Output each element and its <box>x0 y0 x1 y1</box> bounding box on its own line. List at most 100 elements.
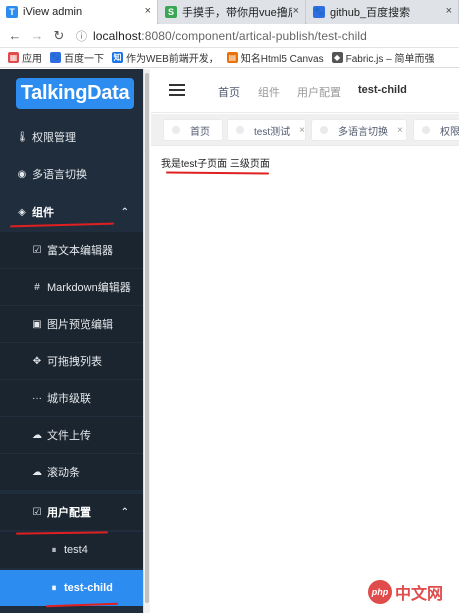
sidebar-item-test-child[interactable]: ⏸ test-child <box>0 570 143 606</box>
tab-close-icon[interactable]: × <box>446 5 452 17</box>
sidebar-item-rich-text-editor[interactable]: ☑ 富文本编辑器 <box>0 232 143 268</box>
php-logo: php <box>368 580 392 604</box>
sidebar-item-label: test4 <box>64 544 88 556</box>
url-field[interactable]: localhost:8080/component/artical-publish… <box>93 29 367 43</box>
tag-dot-icon <box>422 126 430 134</box>
tab-close-icon[interactable]: × <box>293 5 299 17</box>
tag-close-icon[interactable]: × <box>299 125 305 136</box>
apps-icon: ▦ <box>8 52 19 63</box>
crop-icon: ▣ <box>32 318 42 330</box>
pause-icon: ⏸ <box>51 582 57 594</box>
address-bar: ← → ↻ ⓘ localhost:8080/component/artical… <box>0 24 459 48</box>
sidebar-item-label: test-child <box>64 582 113 594</box>
tab-favicon-icon: T <box>6 6 18 18</box>
tag-label: 多语言切换 <box>338 126 388 138</box>
tags-bar: 首页 test测试 × 多语言切换 × 权限 <box>151 114 459 146</box>
baidu-icon: 🐾 <box>50 52 61 63</box>
html5-icon: ▤ <box>226 52 238 63</box>
cloud-upload-icon: ☁ <box>32 429 42 441</box>
tab-favicon-icon: S <box>165 6 177 18</box>
url-path: :8080/component/artical-publish/test-chi… <box>141 28 367 43</box>
browser-tab-vue-article[interactable]: S 手摸手，带你用vue撸后 × <box>159 0 306 24</box>
sidebar-scrollbar[interactable] <box>143 69 150 613</box>
cloud-icon: ☁ <box>32 466 42 478</box>
main-content: 我是test子页面 三级页面 <box>151 147 459 613</box>
tag-label: test测试 <box>254 126 291 138</box>
sidebar-item-permission[interactable]: 🌡 权限管理 <box>0 119 143 155</box>
forward-icon[interactable]: → <box>30 28 44 43</box>
back-icon[interactable]: ← <box>8 28 22 43</box>
tag-label: 权限 <box>440 126 459 138</box>
bookmark-zhihu[interactable]: 知 作为WEB前端开发， <box>112 50 219 65</box>
sidebar-item-label: 文件上传 <box>47 430 91 442</box>
sidebar-item-file-upload[interactable]: ☁ 文件上传 <box>0 417 143 453</box>
scrollbar-thumb[interactable] <box>145 73 149 603</box>
header: 首页 组件 用户配置 test-child <box>151 69 459 113</box>
sidebar-item-draggable-list[interactable]: ✥ 可拖拽列表 <box>0 343 143 379</box>
layers-icon: ◈ <box>18 206 26 218</box>
thermometer-icon: 🌡 <box>16 131 29 143</box>
page-info-icon[interactable]: ⓘ <box>76 28 87 44</box>
bookmark-label: Fabric.js – 简单而强 <box>345 54 435 65</box>
edit-icon: ☑ <box>32 506 42 518</box>
pause-icon: ⏸ <box>51 544 57 556</box>
sidebar-item-i18n[interactable]: ◉ 多语言切换 <box>0 156 143 192</box>
sidebar-item-markdown-editor[interactable]: # Markdown编辑器 <box>0 269 143 305</box>
sidebar-item-label: Markdown编辑器 <box>47 282 131 294</box>
bookmark-apps[interactable]: ▦ 应用 <box>8 50 42 65</box>
chevron-up-icon[interactable]: ⌃ <box>121 207 129 218</box>
tab-title: github_百度搜索 <box>330 7 411 19</box>
sidebar-item-test4[interactable]: ⏸ test4 <box>0 532 143 568</box>
tag-i18n[interactable]: 多语言切换 × <box>311 119 407 141</box>
tag-test[interactable]: test测试 × <box>227 119 306 141</box>
bookmark-baidu[interactable]: 🐾 百度一下 <box>50 50 104 65</box>
sidebar-item-label: 富文本编辑器 <box>47 245 113 257</box>
browser-tab-baidu-search[interactable]: 🐾 github_百度搜索 × <box>307 0 459 24</box>
hash-icon: # <box>34 281 40 293</box>
tag-close-icon[interactable]: × <box>397 125 403 136</box>
logo[interactable]: TalkingData <box>16 78 134 109</box>
tag-dot-icon <box>172 126 180 134</box>
tag-label: 首页 <box>190 126 210 138</box>
page-text: 我是test子页面 三级页面 <box>161 159 270 170</box>
tag-home[interactable]: 首页 <box>163 119 223 141</box>
sidebar-item-label: 权限管理 <box>32 132 76 144</box>
tag-dot-icon <box>236 126 244 134</box>
sidebar-item-label: 用户配置 <box>47 507 91 519</box>
sidebar-item-label: 图片预览编辑 <box>47 319 113 331</box>
bookmark-fabricjs[interactable]: ◆ Fabric.js – 简单而强 <box>331 50 435 65</box>
sidebar-item-city-cascader[interactable]: ··· 城市级联 <box>0 380 143 416</box>
sidebar-item-user-config[interactable]: ☑ 用户配置 ⌃ <box>0 494 143 530</box>
watermark-text: 中文网 <box>395 586 444 603</box>
bookmark-label: 作为WEB前端开发， <box>126 54 219 65</box>
bookmark-html5-canvas[interactable]: ▤ 知名Html5 Canvas <box>226 50 324 65</box>
sidebar-item-scrollbar[interactable]: ☁ 滚动条 <box>0 454 143 490</box>
sidebar-item-label: 多语言切换 <box>32 169 87 181</box>
fabric-icon: ◆ <box>331 52 343 63</box>
browser-tab-iview[interactable]: T iView admin × <box>0 0 158 24</box>
menu-toggle-icon[interactable] <box>169 84 185 96</box>
url-host: localhost <box>93 28 142 43</box>
bookmark-label: 应用 <box>22 54 42 65</box>
tab-title: 手摸手，带你用vue撸后 <box>182 7 292 19</box>
chevron-up-icon[interactable]: ⌃ <box>121 507 129 518</box>
bookmarks-bar: ▦ 应用 🐾 百度一下 知 作为WEB前端开发， ▤ 知名Html5 Canva… <box>0 48 459 68</box>
edit-icon: ☑ <box>32 244 42 256</box>
tab-favicon-icon: 🐾 <box>313 6 325 18</box>
browser-tab-strip: T iView admin × S 手摸手，带你用vue撸后 × 🐾 githu… <box>0 0 459 24</box>
breadcrumb-components[interactable]: 组件 <box>258 84 280 100</box>
sidebar-item-label: 可拖拽列表 <box>47 356 102 368</box>
bookmark-label: 知名Html5 Canvas <box>240 54 324 65</box>
tab-close-icon[interactable]: × <box>145 5 151 17</box>
breadcrumb-home[interactable]: 首页 <box>218 84 240 100</box>
tab-title: iView admin <box>23 6 83 18</box>
more-icon: ··· <box>32 392 42 404</box>
tag-permission[interactable]: 权限 <box>413 119 459 141</box>
zhihu-icon: 知 <box>112 52 123 63</box>
sidebar-item-label: 城市级联 <box>47 393 91 405</box>
move-icon: ✥ <box>32 355 42 367</box>
reload-icon[interactable]: ↻ <box>52 28 66 44</box>
sidebar-item-image-editor[interactable]: ▣ 图片预览编辑 <box>0 306 143 342</box>
bookmark-label: 百度一下 <box>64 54 104 65</box>
breadcrumb-user-config[interactable]: 用户配置 <box>297 84 341 100</box>
